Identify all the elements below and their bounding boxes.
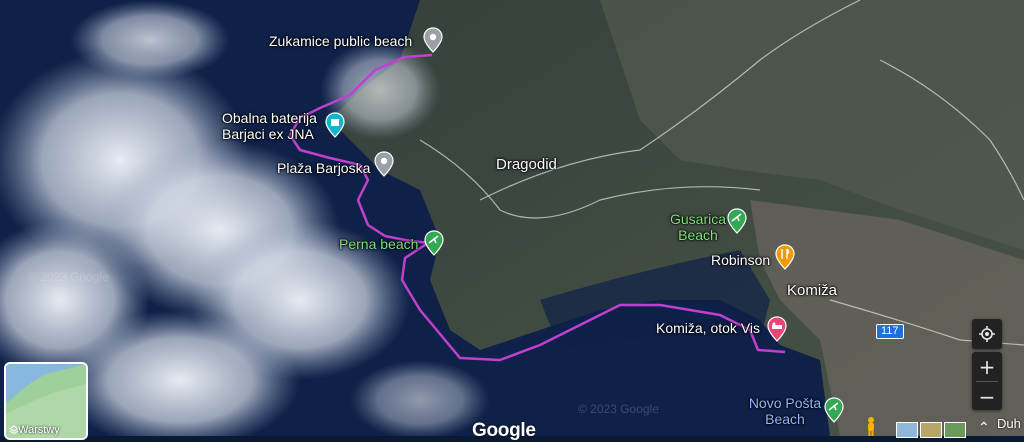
label-novo-posta-beach[interactable]: Novo Pošta Beach xyxy=(745,395,825,427)
restaurant-pin-icon[interactable] xyxy=(774,244,796,270)
google-logo: Google xyxy=(472,420,536,441)
layers-label: Warstwy xyxy=(18,424,60,436)
zoom-control: + − xyxy=(972,352,1002,410)
satellite-map[interactable] xyxy=(0,0,1024,436)
road-number-badge: 117 xyxy=(876,324,904,339)
label-zukamice[interactable]: Zukamice public beach xyxy=(269,33,412,49)
my-location-icon xyxy=(979,326,995,342)
edge-label: Duh xyxy=(997,416,1021,431)
label-plaza-barjoska[interactable]: Plaža Barjoska xyxy=(277,160,370,176)
place-pin-icon[interactable] xyxy=(422,27,444,53)
label-perna-beach[interactable]: Perna beach xyxy=(339,236,418,252)
imagery-thumbnails[interactable] xyxy=(896,422,966,438)
hotel-pin-icon[interactable] xyxy=(766,316,788,342)
map-watermark: © 2023 Google xyxy=(28,270,109,284)
label-dragodid[interactable]: Dragodid xyxy=(496,157,557,173)
label-obalna-baterija[interactable]: Obalna baterija Barjaci ex JNA xyxy=(222,110,327,142)
beach-pin-icon[interactable] xyxy=(423,230,445,256)
label-komiza-otok-vis[interactable]: Komiža, otok Vis xyxy=(656,320,760,336)
label-robinson[interactable]: Robinson xyxy=(711,252,770,268)
map-watermark-2: © 2023 Google xyxy=(578,402,659,416)
layers-button[interactable]: Warstwy xyxy=(4,362,88,440)
place-pin-icon[interactable] xyxy=(373,151,395,177)
beach-pin-icon[interactable] xyxy=(823,397,845,423)
expand-chevron-icon[interactable]: ⌃ xyxy=(978,419,990,436)
zoom-in-button[interactable]: + xyxy=(972,352,1002,381)
pegman-icon[interactable] xyxy=(862,416,880,436)
label-gusarica-beach[interactable]: Gusarica Beach xyxy=(668,211,728,243)
my-location-button[interactable] xyxy=(972,319,1002,349)
zoom-out-button[interactable]: − xyxy=(972,382,1002,411)
label-komiza[interactable]: Komiža xyxy=(787,283,837,299)
museum-pin-icon[interactable] xyxy=(324,112,346,138)
beach-pin-icon[interactable] xyxy=(726,208,748,234)
